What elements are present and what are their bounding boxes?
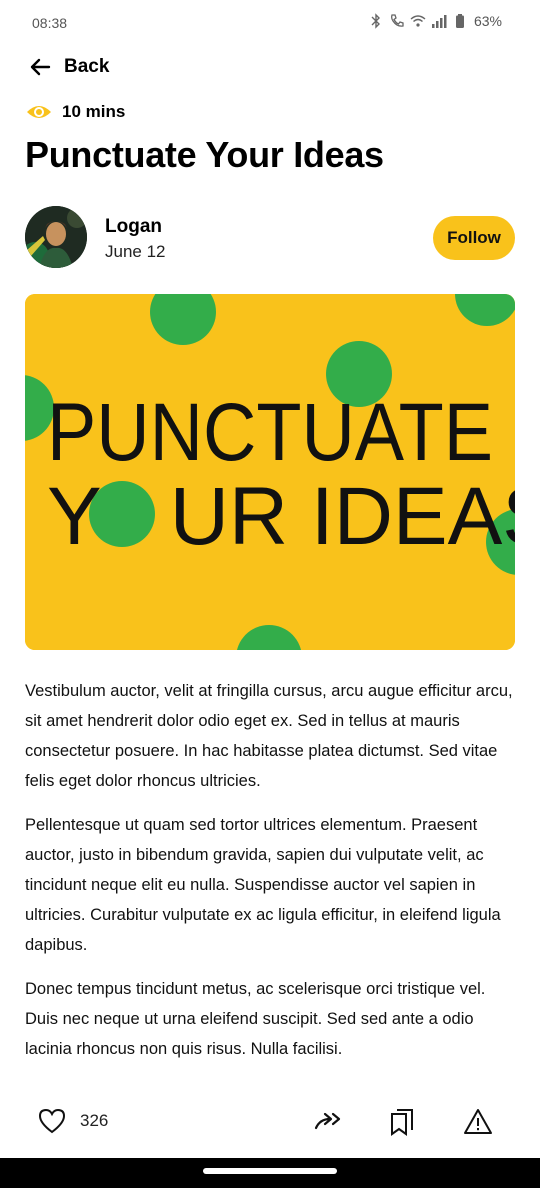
heart-icon (38, 1108, 66, 1134)
wifi-icon (410, 15, 426, 27)
hero-line-1: PUNCTUATE (47, 387, 493, 478)
article-paragraph: Vestibulum auctor, velit at fringilla cu… (25, 682, 513, 790)
like-count: 326 (80, 1111, 109, 1130)
back-button[interactable]: Back (28, 50, 109, 84)
article-body: Vestibulum auctor, velit at fringilla cu… (25, 676, 515, 1086)
status-bar: 08:38 63% (0, 0, 540, 46)
back-label: Back (64, 56, 110, 77)
article-title: Punctuate Your Ideas (25, 134, 384, 175)
author-row: Logan June 12 Follow (25, 206, 515, 272)
status-icons (368, 13, 468, 29)
home-indicator[interactable] (203, 1168, 337, 1174)
author-name[interactable]: Logan (105, 216, 162, 238)
article-paragraph: Pellentesque ut quam sed tortor ultrices… (25, 816, 501, 954)
eye-icon (27, 106, 51, 118)
arrow-left-icon (30, 58, 51, 76)
read-time: 10 mins (26, 101, 125, 123)
publish-date: June 12 (105, 242, 166, 261)
signal-icon (431, 15, 447, 28)
article-paragraph: Morbi id nulla sed libero tincidunt ulla… (25, 1078, 515, 1086)
hero-line-2-rest: UR IDEAS (170, 471, 515, 562)
article-paragraph: Donec tempus tincidunt metus, ac sceleri… (25, 980, 486, 1058)
share-icon[interactable] (312, 1106, 344, 1138)
status-right: 63% (368, 13, 502, 29)
status-time: 08:38 (32, 15, 68, 31)
follow-button[interactable]: Follow (433, 216, 515, 260)
avatar[interactable] (25, 206, 87, 268)
hero-line-2-y: Y (47, 471, 102, 562)
hero-image: PUNCTUATE Y UR IDEAS (25, 294, 515, 650)
read-time-label: 10 mins (62, 102, 126, 121)
report-icon[interactable] (462, 1106, 494, 1138)
bookmark-icon[interactable] (388, 1106, 420, 1138)
call-icon (390, 14, 404, 27)
battery-percent: 63% (473, 13, 502, 29)
bluetooth-icon (371, 13, 380, 29)
battery-icon (455, 14, 464, 28)
like-button[interactable]: 326 (38, 1108, 108, 1134)
action-bar: 326 (0, 1094, 540, 1158)
